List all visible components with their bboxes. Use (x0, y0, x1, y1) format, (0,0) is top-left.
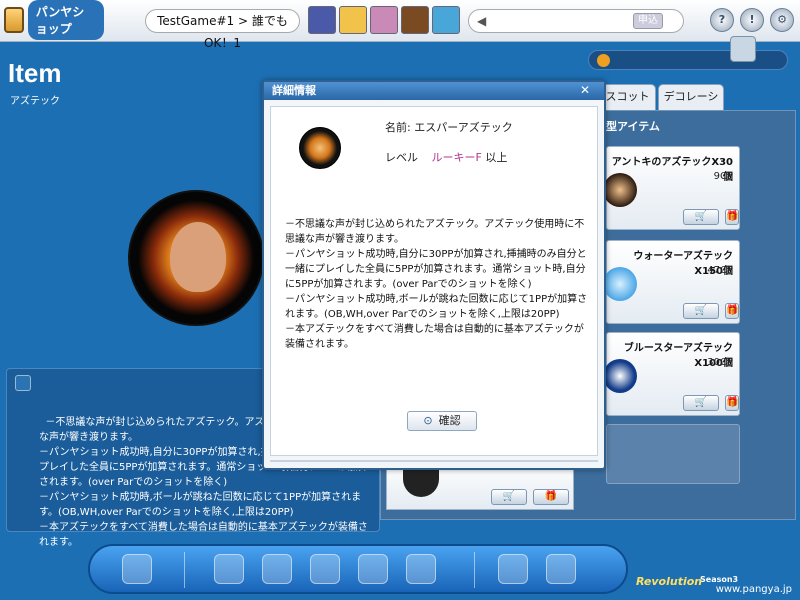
bag-icon[interactable] (406, 554, 436, 584)
brand-season: Season3 (700, 575, 739, 584)
dialog-title: 詳細情報 (264, 82, 604, 100)
shop-logo-text: パンヤショップ (27, 0, 104, 40)
house-icon[interactable] (498, 554, 528, 584)
empty-item-slot (606, 424, 740, 484)
memo-icon (15, 375, 31, 391)
player-avatar[interactable] (370, 6, 398, 34)
page-title: Item (8, 58, 62, 88)
shop-logo: パンヤショップ (4, 0, 104, 40)
add-to-cart-button[interactable]: 🛒 (491, 489, 527, 505)
item-price: 9CP (713, 171, 733, 182)
present-icon[interactable] (310, 554, 340, 584)
dialog-divider (270, 460, 598, 462)
item-ball-icon (403, 467, 439, 497)
character-icon[interactable] (214, 554, 244, 584)
confirm-label: 確認 (438, 414, 461, 427)
close-icon[interactable]: ✕ (572, 83, 598, 98)
radio-dot-icon: ⊙ (423, 414, 433, 427)
item-description-text: －不思議な声が封じ込められたアズテック。アズテック使用時に不思議な声が響き渡りま… (285, 219, 588, 350)
question-icon[interactable]: ? (710, 8, 734, 32)
confirm-button[interactable]: ⊙ 確認 (407, 411, 477, 431)
tab-decoration[interactable]: デコレーション (658, 84, 724, 127)
gift-button[interactable]: 🎁 (533, 489, 569, 505)
dock-divider (474, 552, 475, 588)
player-avatar[interactable] (308, 6, 336, 34)
pp-balance-bar (588, 50, 788, 70)
add-to-cart-button[interactable]: 🛒 (683, 303, 719, 319)
player-avatars (308, 6, 460, 34)
player-avatar[interactable] (401, 6, 429, 34)
alert-icon[interactable]: ! (740, 8, 764, 32)
chat-send-button[interactable]: 申込 (633, 13, 663, 29)
item-ball-icon (299, 127, 341, 169)
exchange-icon[interactable] (546, 554, 576, 584)
room-title: TestGame#1 > 誰でもOK！1 (145, 9, 300, 50)
top-icons: ? ! ⚙ (710, 8, 794, 32)
category-label: 型アイテム (606, 120, 660, 133)
gift-icon[interactable] (730, 36, 756, 62)
dialog-body: 名前: エスパーアズテック レベル ルーキーF 以上 －不思議な声が封じ込められ… (270, 106, 598, 456)
club-icon[interactable] (122, 554, 152, 584)
shop-item-card[interactable]: ウォーターアズテックX150個 47CP 🛒 🎁 (603, 240, 740, 324)
shop-item-card[interactable]: アントキのアズテックX30個 9CP 🛒 🎁 (603, 146, 740, 230)
item-level: レベル ルーキーF 以上 (385, 149, 507, 165)
item-name: 名前: エスパーアズテック (385, 121, 513, 134)
player-avatar[interactable] (339, 6, 367, 34)
top-bar: パンヤショップ TestGame#1 > 誰でもOK！1 ◀ 申込 ? ! ⚙ (0, 0, 800, 50)
add-to-cart-button[interactable]: 🛒 (683, 209, 719, 225)
page-subtitle: アズテック (10, 96, 60, 107)
detail-dialog: 詳細情報 ✕ 名前: エスパーアズテック レベル ルーキーF 以上 －不思議な声… (262, 80, 606, 470)
coin-icon (597, 54, 610, 67)
gear-icon[interactable]: ⚙ (770, 8, 794, 32)
gift-button[interactable]: 🎁 (725, 209, 739, 225)
level-suffix: 以上 (485, 151, 508, 164)
gift-button[interactable]: 🎁 (725, 303, 739, 319)
level-label: レベル (385, 151, 418, 164)
player-avatar[interactable] (432, 6, 460, 34)
gift-button[interactable]: 🎁 (725, 395, 739, 411)
item-preview-ball (128, 190, 264, 326)
level-value: ルーキーF (431, 151, 482, 164)
brand-name: Revolution (636, 575, 703, 588)
add-to-cart-button[interactable]: 🛒 (683, 395, 719, 411)
shop-box-icon (4, 7, 24, 33)
dock-divider (184, 552, 185, 588)
shop-item-card[interactable]: ブルースターアズテックX100個 30CP 🛒 🎁 (603, 332, 740, 416)
item-price: 47CP (707, 265, 733, 276)
caddie-icon[interactable] (262, 554, 292, 584)
chat-input[interactable]: ◀ 申込 (468, 9, 684, 33)
puzzle-icon[interactable] (358, 554, 388, 584)
site-url: www.pangya.jp (715, 584, 792, 595)
bottom-dock (88, 544, 628, 594)
item-price: 30CP (707, 357, 733, 368)
speaker-icon: ◀ (477, 14, 487, 28)
ball-face-image (170, 222, 226, 292)
